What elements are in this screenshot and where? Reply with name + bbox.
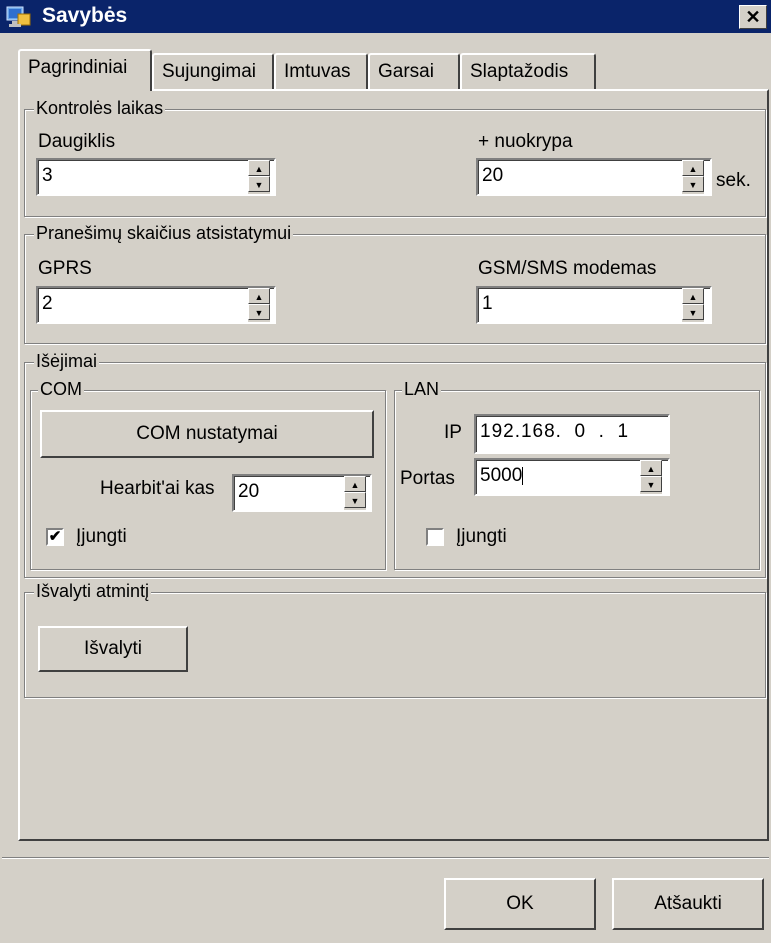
app-computer-icon	[6, 6, 31, 27]
spin-up-icon[interactable]: ▲	[682, 288, 704, 304]
com-settings-label: COM nustatymai	[136, 423, 278, 444]
gsm-spinner[interactable]: ▲ ▼	[682, 288, 704, 322]
multiplier-value: 3	[42, 165, 53, 186]
multiplier-spinner[interactable]: ▲ ▼	[248, 160, 270, 194]
tab-label: Sujungimai	[162, 61, 256, 82]
close-button[interactable]: ✕	[739, 5, 767, 29]
outputs-legend: Išėjimai	[34, 351, 100, 372]
checkmark-icon: ✔	[48, 528, 62, 545]
tab-label: Imtuvas	[284, 61, 351, 82]
spin-down-icon[interactable]: ▼	[640, 476, 662, 492]
text-cursor	[522, 466, 524, 485]
spin-up-icon[interactable]: ▲	[248, 160, 270, 176]
ok-button[interactable]: OK	[444, 878, 596, 930]
com-enable-checkbox[interactable]: ✔	[46, 528, 64, 546]
tab-garsai[interactable]: Garsai	[368, 53, 460, 89]
window-title: Savybės	[42, 4, 128, 27]
gprs-input[interactable]: 2	[36, 286, 276, 324]
spin-down-icon[interactable]: ▼	[682, 304, 704, 320]
ip-label: IP	[444, 422, 462, 443]
deviation-value: 20	[482, 165, 504, 186]
clear-memory-legend: Išvalyti atmintį	[34, 581, 152, 602]
tab-imtuvas[interactable]: Imtuvas	[274, 53, 368, 89]
tab-slaptazodis[interactable]: Slaptažodis	[460, 53, 596, 89]
deviation-label: + nuokrypa	[478, 131, 573, 152]
heartbeat-value: 20	[238, 481, 260, 502]
spin-down-icon[interactable]: ▼	[248, 304, 270, 320]
restore-count-legend: Pranešimų skaičius atsistatymui	[34, 223, 294, 244]
gprs-label: GPRS	[38, 258, 92, 279]
tab-label: Pagrindiniai	[28, 57, 128, 78]
spin-down-icon[interactable]: ▼	[344, 492, 366, 508]
com-legend: COM	[38, 379, 84, 400]
lan-enable-checkbox[interactable]	[426, 528, 444, 546]
com-settings-button[interactable]: COM nustatymai	[40, 410, 374, 458]
port-spinner[interactable]: ▲ ▼	[640, 460, 662, 494]
spin-up-icon[interactable]: ▲	[248, 288, 270, 304]
tab-label: Slaptažodis	[470, 61, 569, 82]
ip-value: 192.168. 0 . 1	[480, 421, 630, 442]
heartbeat-spinner[interactable]: ▲ ▼	[344, 476, 366, 510]
control-time-legend: Kontrolės laikas	[34, 98, 166, 119]
tab-label: Garsai	[378, 61, 434, 82]
lan-legend: LAN	[402, 379, 442, 400]
multiplier-input[interactable]: 3	[36, 158, 276, 196]
ok-label: OK	[506, 893, 534, 914]
tab-sujungimai[interactable]: Sujungimai	[152, 53, 274, 89]
deviation-input[interactable]: 20	[476, 158, 712, 196]
gprs-spinner[interactable]: ▲ ▼	[248, 288, 270, 322]
clear-button-label: Išvalyti	[83, 638, 143, 659]
gprs-value: 2	[42, 293, 53, 314]
multiplier-label: Daugiklis	[38, 131, 116, 152]
ip-address-input[interactable]: 192.168. 0 . 1	[474, 414, 670, 454]
clear-button[interactable]: Išvalyti	[38, 626, 188, 672]
spin-up-icon[interactable]: ▲	[640, 460, 662, 476]
com-enable-label[interactable]: Įjungti	[76, 526, 127, 548]
gsm-label: GSM/SMS modemas	[478, 258, 657, 279]
tab-pagrindiniai[interactable]: Pagrindiniai	[18, 49, 152, 91]
lan-enable-label[interactable]: Įjungti	[456, 526, 507, 548]
spin-up-icon[interactable]: ▲	[682, 160, 704, 176]
spin-down-icon[interactable]: ▼	[682, 176, 704, 192]
footer-separator	[2, 857, 769, 859]
port-value: 5000	[480, 465, 523, 486]
spin-up-icon[interactable]: ▲	[344, 476, 366, 492]
gsm-value: 1	[482, 293, 493, 314]
cancel-label: Atšaukti	[654, 893, 722, 914]
deviation-unit: sek.	[716, 170, 751, 191]
cancel-button[interactable]: Atšaukti	[612, 878, 764, 930]
deviation-spinner[interactable]: ▲ ▼	[682, 160, 704, 194]
spin-down-icon[interactable]: ▼	[248, 176, 270, 192]
gsm-input[interactable]: 1	[476, 286, 712, 324]
heartbeat-label: Hearbit'ai kas	[100, 478, 215, 499]
port-label: Portas	[400, 468, 455, 489]
close-icon: ✕	[745, 7, 761, 27]
